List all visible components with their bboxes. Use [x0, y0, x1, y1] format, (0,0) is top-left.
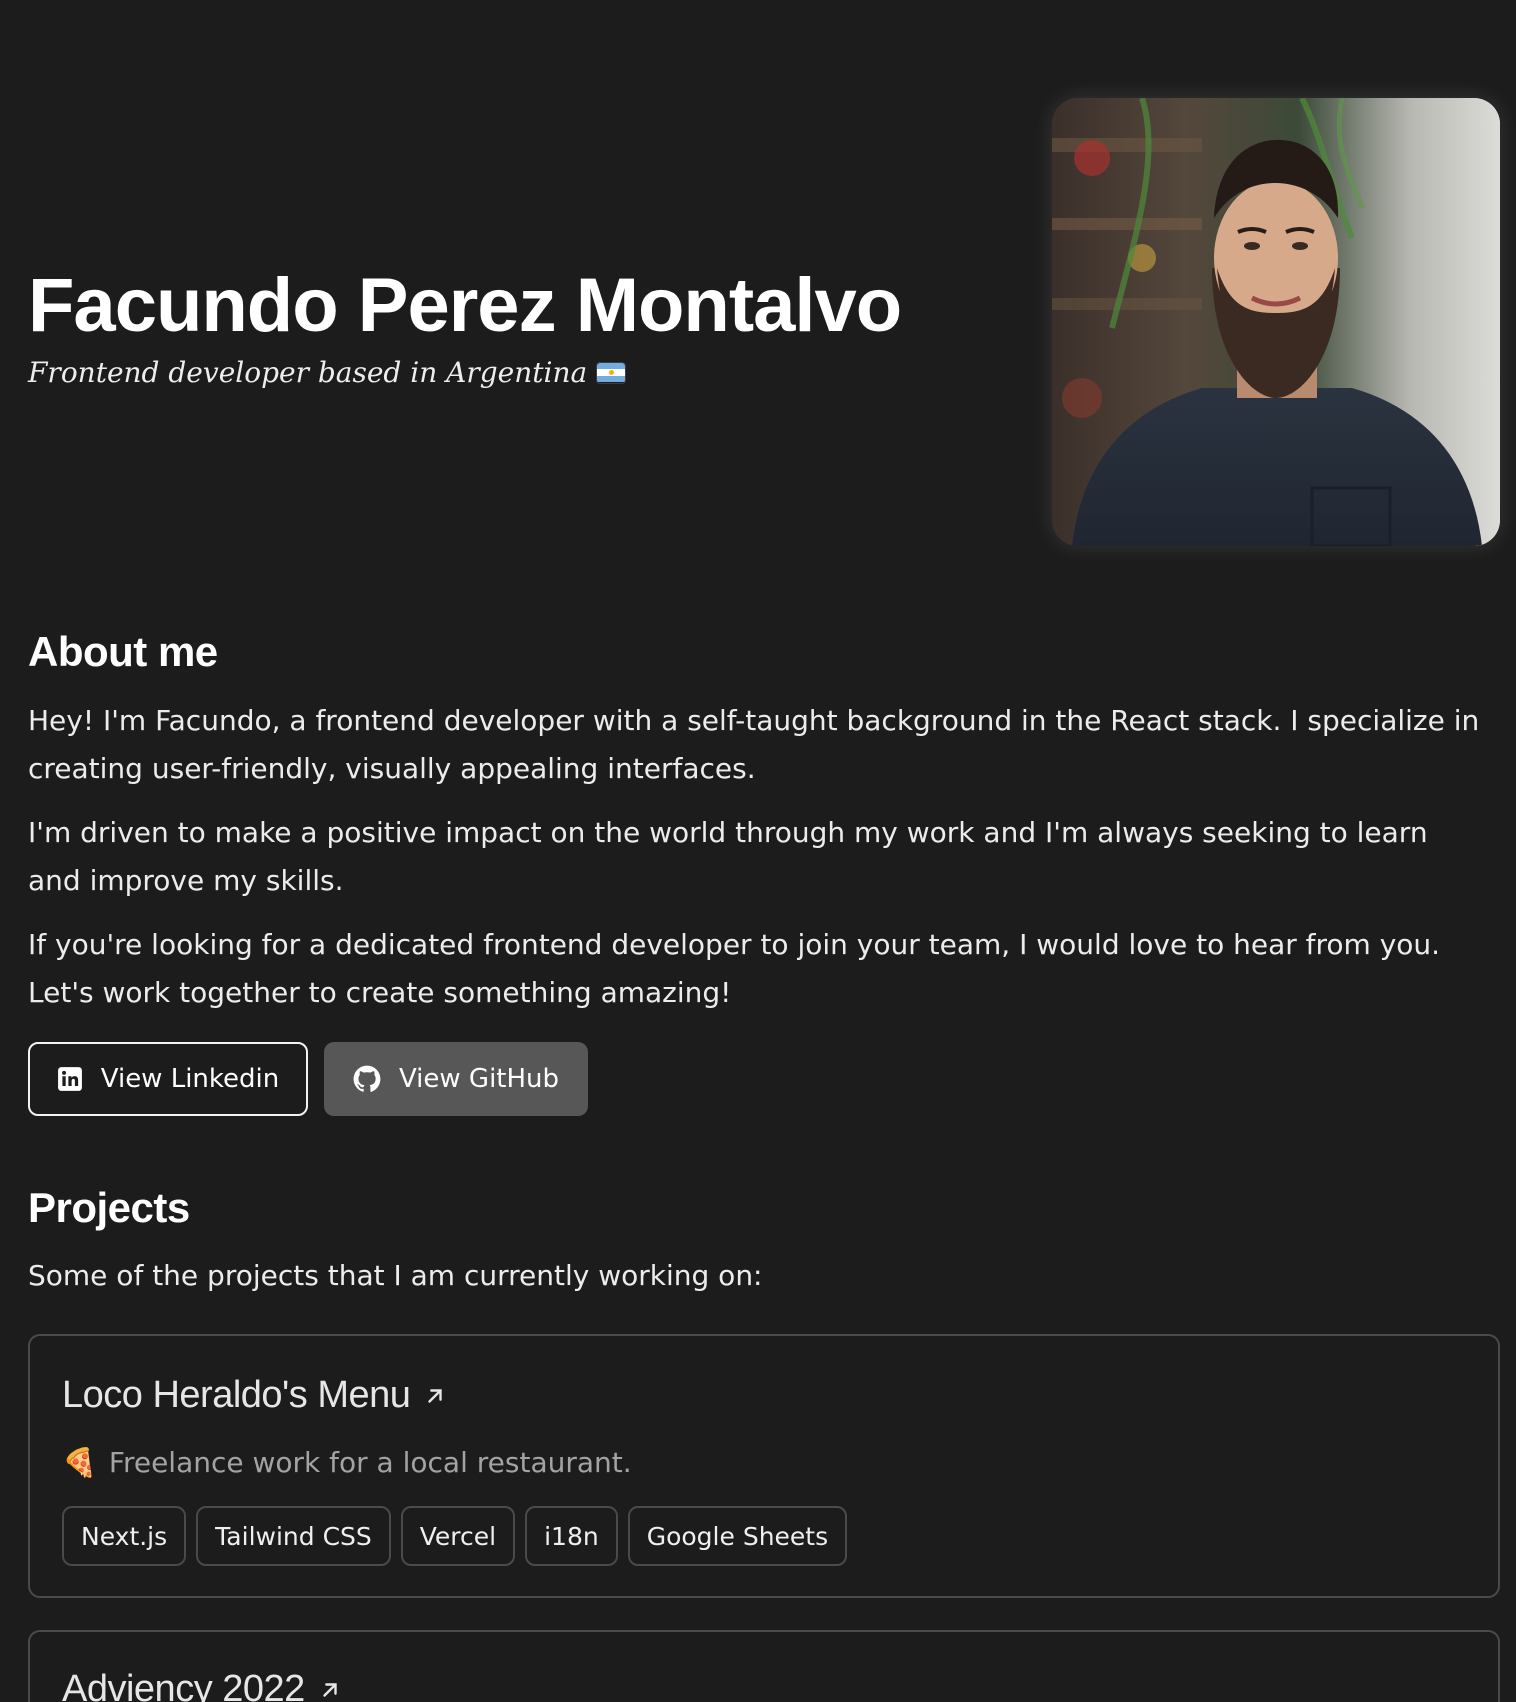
pizza-icon: 🍕: [62, 1446, 97, 1479]
project-title-text: Adviency 2022: [62, 1668, 305, 1702]
project-title[interactable]: Adviency 2022: [62, 1668, 341, 1702]
tag-nextjs: Next.js: [62, 1506, 187, 1566]
github-icon: [353, 1065, 381, 1092]
view-github-label: View GitHub: [398, 1064, 560, 1094]
project-description: 🍕 Freelance work for a local restaurant.: [62, 1446, 632, 1479]
tag-tailwind-css: Tailwind CSS: [196, 1506, 391, 1566]
tagline-text: Frontend developer based in Argentina: [28, 356, 588, 389]
about-paragraph-2: I'm driven to make a positive impact on …: [28, 816, 1428, 897]
project-card-loco-heraldos-menu[interactable]: Loco Heraldo's Menu 🍕 Freelance work for…: [28, 1334, 1500, 1598]
portfolio-page: Facundo Perez Montalvo Frontend develope…: [0, 0, 1516, 1702]
tag-vercel: Vercel: [400, 1506, 516, 1566]
project-card-adviency-2022[interactable]: Adviency 2022: [28, 1630, 1500, 1702]
about-paragraph-1: Hey! I'm Facundo, a frontend developer w…: [28, 704, 1480, 785]
linkedin-icon: [57, 1067, 82, 1091]
project-title-text: Loco Heraldo's Menu: [62, 1374, 411, 1416]
view-linkedin-button[interactable]: View Linkedin: [28, 1042, 308, 1116]
profile-photo: [1052, 98, 1500, 546]
project-title[interactable]: Loco Heraldo's Menu: [62, 1374, 446, 1417]
hero-section: Facundo Perez Montalvo Frontend develope…: [0, 0, 1516, 560]
view-linkedin-label: View Linkedin: [100, 1064, 280, 1094]
project-tags: Next.js Tailwind CSS Vercel i18n Google …: [62, 1506, 848, 1566]
projects-intro: Some of the projects that I am currently…: [28, 1259, 763, 1292]
tagline: Frontend developer based in Argentina: [28, 356, 626, 389]
argentina-flag-icon: [597, 362, 626, 383]
about-paragraph-3: If you're looking for a dedicated fronte…: [28, 928, 1441, 1009]
tag-i18n: i18n: [525, 1506, 618, 1566]
projects-heading: Projects: [28, 1184, 190, 1231]
project-description-text: Freelance work for a local restaurant.: [108, 1446, 632, 1479]
about-heading: About me: [28, 628, 218, 675]
page-title: Facundo Perez Montalvo: [28, 263, 902, 348]
tag-google-sheets: Google Sheets: [627, 1506, 848, 1566]
external-link-arrow-icon: [323, 1682, 337, 1697]
view-github-button[interactable]: View GitHub: [324, 1042, 588, 1116]
external-link-arrow-icon: [428, 1388, 443, 1403]
